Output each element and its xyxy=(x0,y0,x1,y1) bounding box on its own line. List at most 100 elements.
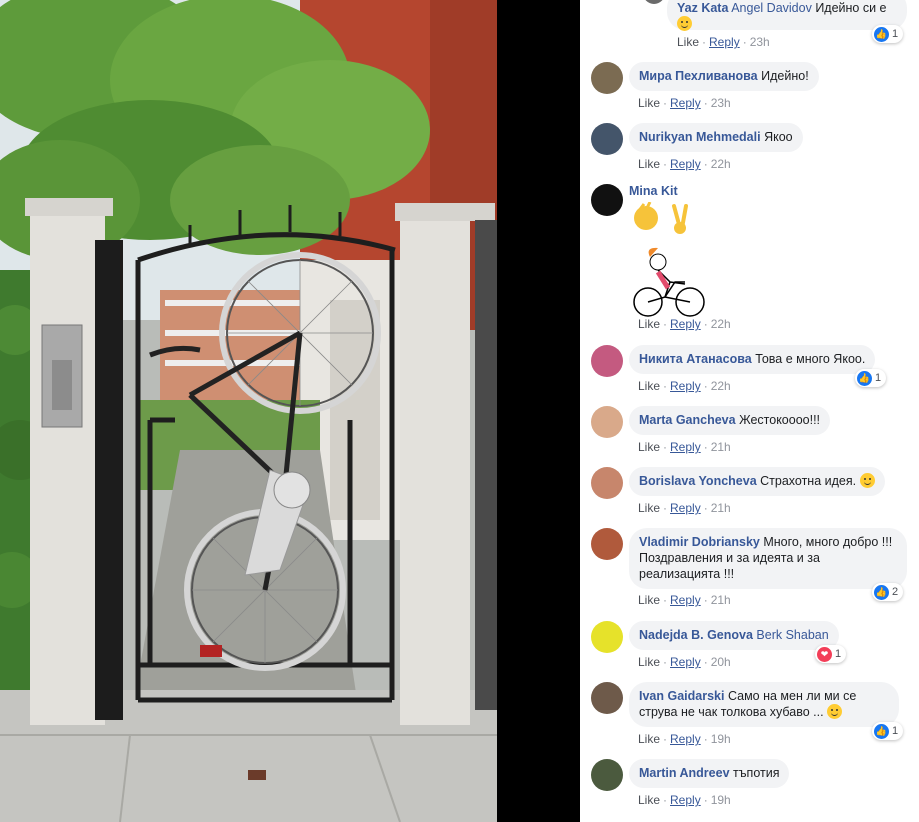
reaction-summary[interactable]: 👍 1 xyxy=(872,25,904,43)
mention-tag[interactable]: Berk Shaban xyxy=(756,628,828,642)
reply-link[interactable]: Reply xyxy=(670,655,701,669)
avatar[interactable] xyxy=(591,528,623,560)
like-link[interactable]: Like xyxy=(638,96,660,110)
comment-time[interactable]: 23h xyxy=(711,96,731,110)
reaction-count: 1 xyxy=(835,648,842,660)
like-reaction-icon: 👍 xyxy=(874,723,889,739)
comment-author[interactable]: Mina Kit xyxy=(629,184,678,198)
like-link[interactable]: Like xyxy=(638,732,660,746)
avatar[interactable] xyxy=(591,123,623,155)
comment-author[interactable]: Nurikyan Mehmedali xyxy=(639,130,761,144)
like-link[interactable]: Like xyxy=(638,317,660,331)
comment-time[interactable]: 22h xyxy=(711,379,731,393)
like-reaction-icon: 👍 xyxy=(857,370,872,386)
like-link[interactable]: Like xyxy=(638,379,660,393)
comment-bubble: Vladimir Dobriansky Много, много добро !… xyxy=(629,528,907,589)
reply-link[interactable]: Reply xyxy=(670,732,701,746)
comment-author[interactable]: Никита Атанасова xyxy=(639,352,752,366)
comment-author[interactable]: Vladimir Dobriansky xyxy=(639,535,760,549)
comment-text: Идейно! xyxy=(761,69,809,83)
comment-actions: Like · Reply · 23h xyxy=(677,35,770,49)
post-photo[interactable] xyxy=(0,0,497,822)
comment-actions: Like · Reply · 19h xyxy=(638,793,731,807)
reaction-summary[interactable]: 👍 2 xyxy=(872,583,904,601)
avatar[interactable] xyxy=(591,345,623,377)
comment-time[interactable]: 20h xyxy=(711,655,731,669)
bicycle-on-gate-image xyxy=(0,0,497,822)
avatar[interactable] xyxy=(643,0,665,4)
comment-bubble: Martin Andreev тъпотия xyxy=(629,759,790,788)
avatar[interactable] xyxy=(591,759,623,791)
comment-bubble: Nadejda B. Genova Berk Shaban xyxy=(629,621,839,650)
like-link[interactable]: Like xyxy=(638,793,660,807)
reaction-summary[interactable]: 👍 1 xyxy=(855,369,887,387)
comment-time[interactable]: 23h xyxy=(750,35,770,49)
comment-bubble: Ivan Gaidarski Само на мен ли ми се стру… xyxy=(629,682,899,727)
comment-text: Жестокоооо!!! xyxy=(739,413,821,427)
comment-author[interactable]: Yaz Kata xyxy=(677,1,728,15)
reply-link[interactable]: Reply xyxy=(670,157,701,171)
comment-bubble: Никита Атанасова Това е много Якоо. xyxy=(629,345,876,374)
comment-header: Mina Kit xyxy=(629,184,678,198)
avatar[interactable] xyxy=(591,406,623,438)
smile-emoji-icon xyxy=(859,473,875,488)
thinking-emoji-icon xyxy=(827,704,843,719)
reaction-summary[interactable]: 👍 1 xyxy=(872,722,904,740)
like-link[interactable]: Like xyxy=(638,593,660,607)
mention-tag[interactable]: Angel Davidov xyxy=(731,1,812,15)
comment-author[interactable]: Martin Andreev xyxy=(639,766,730,780)
comment-actions: Like · Reply · 22h xyxy=(638,157,731,171)
comment-bubble: Nurikyan Mehmedali Якоо xyxy=(629,123,803,152)
avatar[interactable] xyxy=(591,621,623,653)
comment-time[interactable]: 21h xyxy=(711,593,731,607)
comment-time[interactable]: 21h xyxy=(711,440,731,454)
comment-text: Страхотна идея. xyxy=(760,474,857,488)
like-link[interactable]: Like xyxy=(638,157,660,171)
reply-link[interactable]: Reply xyxy=(670,793,701,807)
avatar[interactable] xyxy=(591,467,623,499)
comment-actions: Like · Reply · 21h xyxy=(638,501,731,515)
like-reaction-icon: 👍 xyxy=(874,26,889,42)
reply-link[interactable]: Reply xyxy=(670,440,701,454)
reaction-summary[interactable]: ❤ 1 xyxy=(815,645,847,663)
clap-victory-bike-sticker-icon xyxy=(633,202,705,317)
comment-author[interactable]: Nadejda B. Genova xyxy=(639,628,753,642)
reaction-count: 2 xyxy=(892,586,899,598)
comment-time[interactable]: 22h xyxy=(711,317,731,331)
comment-author[interactable]: Marta Gancheva xyxy=(639,413,736,427)
avatar[interactable] xyxy=(591,184,623,216)
comment-author[interactable]: Borislava Yoncheva xyxy=(639,474,757,488)
avatar[interactable] xyxy=(591,62,623,94)
reaction-count: 1 xyxy=(892,725,899,737)
comment-actions: Like · Reply · 21h xyxy=(638,440,731,454)
reply-link[interactable]: Reply xyxy=(709,35,740,49)
reaction-count: 1 xyxy=(875,372,882,384)
comment-text: тъпотия xyxy=(733,766,780,780)
comment-actions: Like · Reply · 19h xyxy=(638,732,731,746)
comment-actions: Like · Reply · 22h xyxy=(638,317,731,331)
like-link[interactable]: Like xyxy=(638,440,660,454)
reply-link[interactable]: Reply xyxy=(670,501,701,515)
reply-link[interactable]: Reply xyxy=(670,317,701,331)
like-link[interactable]: Like xyxy=(638,655,660,669)
reaction-count: 1 xyxy=(892,28,899,40)
comment-actions: Like · Reply · 20h xyxy=(638,655,731,669)
comment-author[interactable]: Ivan Gaidarski xyxy=(639,689,724,703)
comment-time[interactable]: 22h xyxy=(711,157,731,171)
grin-emoji-icon xyxy=(677,16,692,31)
comments-panel[interactable]: Yaz Kata Angel Davidov Идейно си е 👍 1 L… xyxy=(580,0,919,822)
like-link[interactable]: Like xyxy=(638,501,660,515)
comment-time[interactable]: 19h xyxy=(711,793,731,807)
reply-link[interactable]: Reply xyxy=(670,379,701,393)
comment-time[interactable]: 19h xyxy=(711,732,731,746)
reply-link[interactable]: Reply xyxy=(670,593,701,607)
reply-link[interactable]: Reply xyxy=(670,96,701,110)
avatar[interactable] xyxy=(591,682,623,714)
comment-bubble: Yaz Kata Angel Davidov Идейно си е xyxy=(667,0,907,31)
comment-time[interactable]: 21h xyxy=(711,501,731,515)
like-link[interactable]: Like xyxy=(677,35,699,49)
comment-author[interactable]: Мира Пехливанова xyxy=(639,69,758,83)
lightbox-divider xyxy=(497,0,580,822)
like-reaction-icon: 👍 xyxy=(874,584,889,600)
comment-actions: Like · Reply · 23h xyxy=(638,96,731,110)
